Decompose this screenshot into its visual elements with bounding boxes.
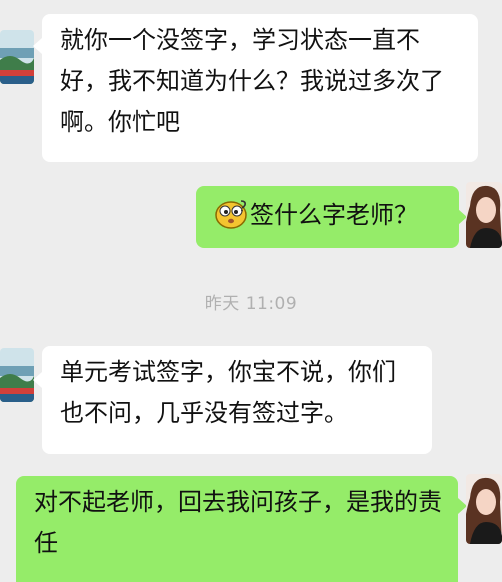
message-text: 签什么字老师？ (250, 201, 418, 229)
message-text: 对不起老师，回去我问孩子，是我的责任 (34, 488, 442, 557)
parent-avatar[interactable] (466, 474, 502, 544)
bubble-tail (33, 372, 42, 388)
message-bubble-incoming[interactable]: 就你一个没签字，学习状态一直不好，我不知道为什么？我说过多次了啊。你忙吧 (42, 14, 478, 162)
message-bubble-outgoing[interactable]: 对不起老师，回去我问孩子，是我的责任 (16, 476, 458, 582)
parent-avatar[interactable] (466, 182, 502, 248)
message-text: 就你一个没签字，学习状态一直不好，我不知道为什么？我说过多次了啊。你忙吧 (60, 26, 444, 136)
bubble-tail (33, 38, 42, 54)
teacher-avatar[interactable] (0, 348, 34, 402)
message-bubble-outgoing[interactable]: 签什么字老师？ (196, 186, 459, 248)
teacher-avatar[interactable] (0, 30, 34, 84)
message-timestamp: 昨天 11:09 (204, 294, 298, 314)
message-bubble-incoming[interactable]: 单元考试签字，你宝不说，你们也不问，几乎没有签过字。 (42, 346, 432, 454)
message-text: 单元考试签字，你宝不说，你们也不问，几乎没有签过字。 (60, 358, 396, 427)
confused-face-emoji-icon (214, 199, 248, 242)
